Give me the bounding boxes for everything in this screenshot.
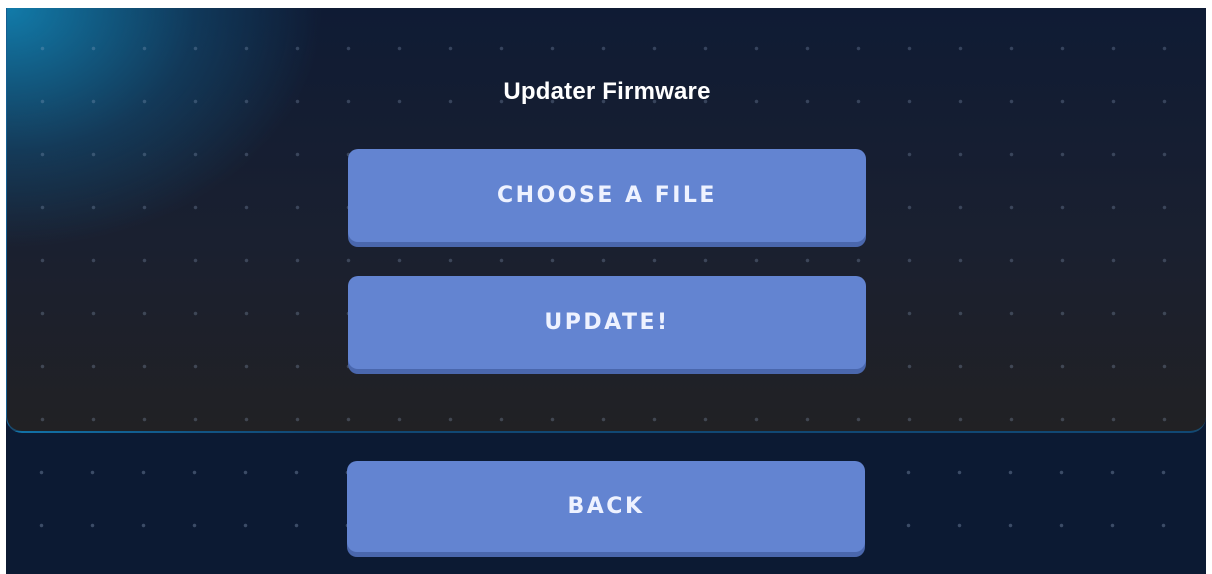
page-title: Updater Firmware — [503, 78, 711, 105]
firmware-panel: Updater Firmware CHOOSE A FILE UPDATE! — [6, 8, 1206, 433]
choose-file-button[interactable]: CHOOSE A FILE — [348, 149, 866, 242]
back-button[interactable]: BACK — [347, 461, 865, 552]
app-screen: Updater Firmware CHOOSE A FILE UPDATE! B… — [6, 8, 1206, 574]
update-button[interactable]: UPDATE! — [348, 276, 866, 369]
